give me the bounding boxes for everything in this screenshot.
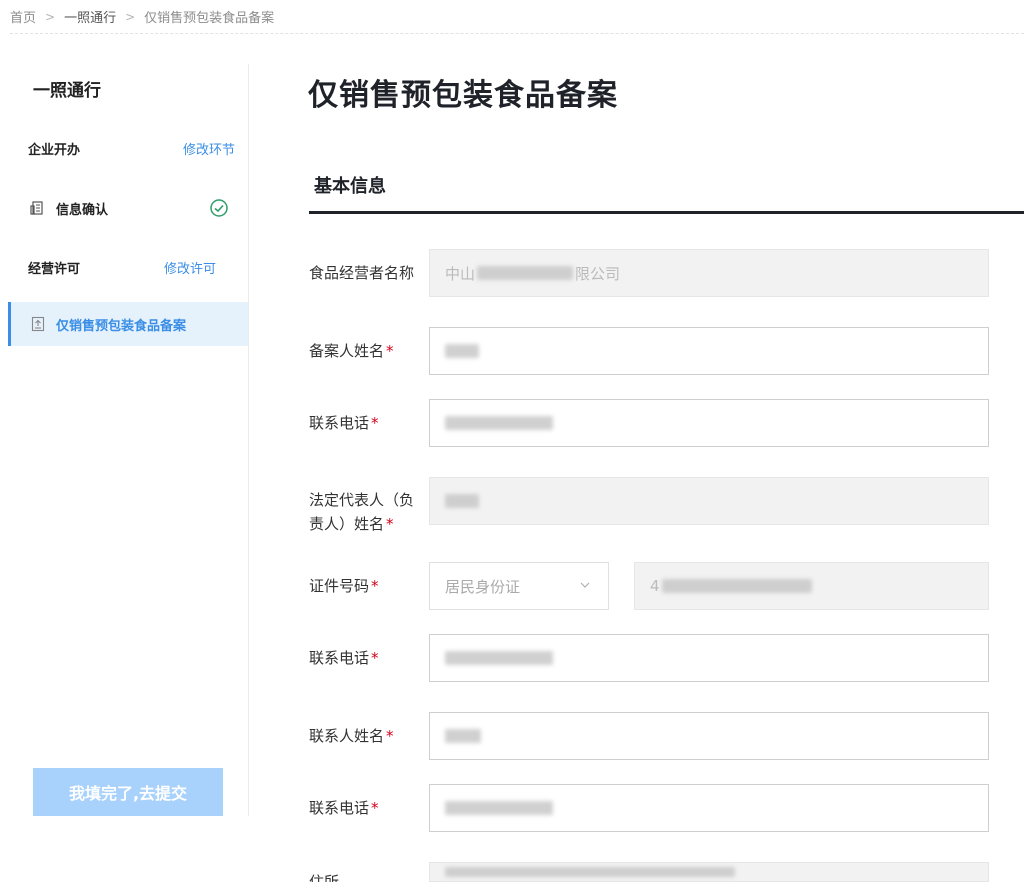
redacted-value — [445, 344, 479, 358]
sidebar: 一照通行 企业开办 修改环节 信息确认 经营许可 修改许可 仅销售预包装食品备案 — [8, 64, 249, 816]
page-title: 仅销售预包装食品备案 — [308, 78, 618, 113]
legal-phone-label: 联系电话 * — [309, 646, 379, 670]
field-label-text: 住所 — [309, 873, 340, 882]
field-label-text: 法定代表人（负 — [309, 491, 415, 509]
required-asterisk: * — [386, 515, 394, 533]
id-number-label: 证件号码 * — [309, 574, 379, 598]
sidebar-item-info-confirm[interactable]: 信息确认 — [8, 186, 248, 230]
field-label-text: 证件号码 — [309, 577, 370, 595]
redacted-value — [445, 494, 479, 508]
check-circle-icon — [210, 199, 228, 217]
redacted-value — [445, 801, 553, 815]
filer-name-label: 备案人姓名 * — [309, 339, 394, 363]
breadcrumb-current: 仅销售预包装食品备案 — [144, 11, 275, 26]
sidebar-item-business-license: 经营许可 修改许可 — [8, 245, 248, 289]
contact-phone-label: 联系电话 * — [309, 796, 379, 820]
sidebar-item-label: 信息确认 — [56, 202, 109, 218]
filer-phone-field[interactable] — [429, 399, 989, 447]
modify-step-link[interactable]: 修改环节 — [183, 139, 235, 158]
field-label-text: 联系电话 — [309, 799, 370, 817]
filer-name-field[interactable] — [429, 327, 989, 375]
sidebar-item-food-filing[interactable]: 仅销售预包装食品备案 — [8, 302, 248, 346]
legal-rep-field — [429, 477, 989, 525]
operator-name-suffix: 限公司 — [575, 264, 621, 283]
sidebar-title: 一照通行 — [33, 81, 101, 101]
required-asterisk: * — [371, 649, 379, 667]
operator-name-field: 中山 限公司 — [429, 249, 989, 297]
required-asterisk: * — [371, 577, 379, 595]
address-field — [429, 862, 989, 882]
sidebar-item-label: 经营许可 — [28, 261, 81, 277]
document-upload-icon — [31, 316, 45, 332]
breadcrumb-separator: > — [45, 9, 56, 24]
field-label-text: 联系电话 — [309, 414, 370, 432]
breadcrumb-home[interactable]: 首页 — [10, 7, 36, 26]
section-divider — [309, 211, 1024, 214]
breadcrumb-one-license[interactable]: 一照通行 — [64, 7, 116, 26]
legal-phone-field[interactable] — [429, 634, 989, 682]
field-label-text: 联系电话 — [309, 649, 370, 667]
modify-license-link[interactable]: 修改许可 — [164, 258, 216, 277]
id-number-field: 4 — [634, 562, 989, 610]
operator-name-prefix: 中山 — [445, 264, 476, 283]
redacted-value — [445, 867, 735, 877]
required-asterisk: * — [371, 414, 379, 432]
address-label: 住所 — [309, 870, 339, 882]
contact-phone-field[interactable] — [429, 784, 989, 832]
redacted-value — [445, 416, 553, 430]
legal-rep-label: 法定代表人（负 责人）姓名 * — [309, 488, 414, 536]
submit-button[interactable]: 我填完了,去提交 — [33, 768, 223, 816]
operator-name-label: 食品经营者名称 — [309, 261, 414, 285]
required-asterisk: * — [386, 342, 394, 360]
sidebar-item-label: 企业开办 — [28, 142, 81, 158]
filer-phone-label: 联系电话 * — [309, 411, 379, 435]
id-type-value: 居民身份证 — [445, 577, 521, 596]
field-label-text: 备案人姓名 — [309, 342, 385, 360]
sidebar-item-enterprise-setup: 企业开办 修改环节 — [8, 126, 248, 170]
section-title-basic-info: 基本信息 — [314, 176, 386, 197]
field-label-text: 联系人姓名 — [309, 727, 385, 745]
field-label-text: 食品经营者名称 — [309, 264, 415, 282]
required-asterisk: * — [386, 727, 394, 745]
breadcrumb: 首页 > 一照通行 > 仅销售预包装食品备案 — [10, 0, 1024, 34]
redacted-value — [445, 729, 481, 743]
redacted-value — [445, 651, 553, 665]
id-type-select[interactable]: 居民身份证 — [429, 562, 609, 610]
redacted-value — [477, 266, 574, 280]
redacted-value — [661, 579, 812, 593]
chevron-down-icon — [580, 582, 590, 588]
sidebar-item-label: 仅销售预包装食品备案 — [56, 318, 187, 334]
id-number-prefix: 4 — [650, 577, 660, 595]
field-label-text: 责人）姓名 — [309, 515, 385, 533]
breadcrumb-separator: > — [125, 9, 136, 24]
contact-name-field[interactable] — [429, 712, 989, 760]
required-asterisk: * — [371, 799, 379, 817]
building-icon — [30, 201, 43, 215]
contact-name-label: 联系人姓名 * — [309, 724, 394, 748]
